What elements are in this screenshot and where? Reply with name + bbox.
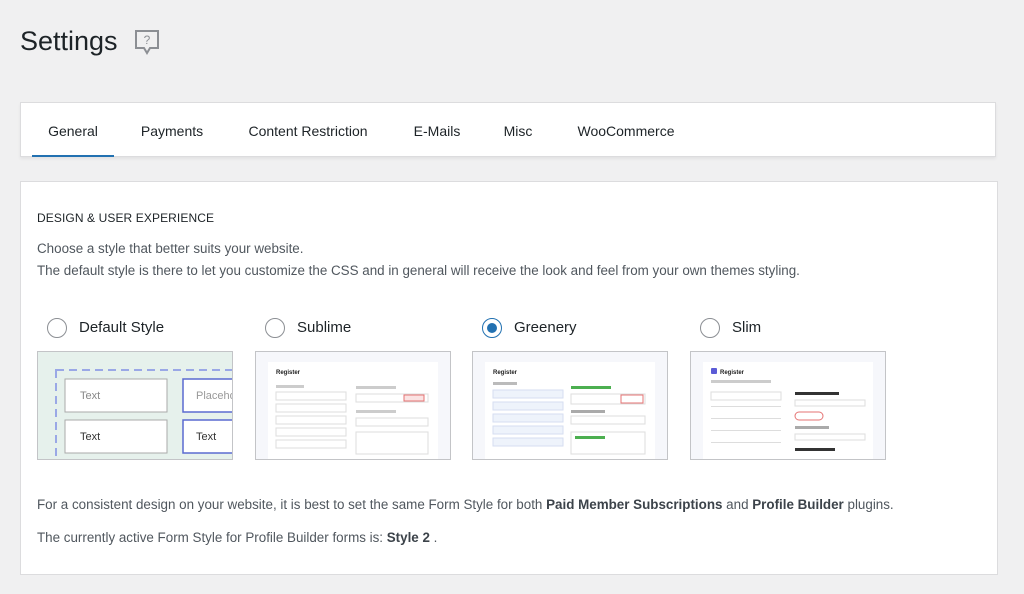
preview-field-text-1: Text [80,390,100,402]
note-text: . [429,530,438,545]
help-icon[interactable]: ? [133,28,161,56]
style-label: Default Style [79,319,165,336]
greenery-style-preview[interactable]: Register [472,351,668,460]
slim-style-preview-image: Register [703,362,873,459]
svg-text:?: ? [144,33,151,47]
preview-field-text-4: Text [196,431,216,443]
radio-slim[interactable] [700,318,720,338]
settings-tabs: General Payments Content Restriction E-M… [20,102,996,157]
greenery-style-preview-image: Register [485,362,655,459]
style-label: Slim [732,319,762,336]
section-heading: DESIGN & USER EXPERIENCE [37,211,215,225]
section-description: Choose a style that better suits your we… [37,241,304,256]
tab-payments[interactable]: Payments [131,103,213,157]
preview-register-title: Register [493,370,518,376]
preview-field-placeholder: Placeho [196,390,233,402]
note-text: plugins. [843,497,894,512]
active-style-value: Style 2 [386,530,430,545]
tab-general[interactable]: General [32,103,114,157]
radio-default-style[interactable] [47,318,67,338]
plugin-name-pb: Profile Builder [752,497,844,512]
default-style-preview-image: Text Placeho Text Text [55,369,233,459]
note-text: and [722,497,753,512]
style-label: Greenery [514,319,577,336]
tab-e-mails[interactable]: E-Mails [403,103,471,157]
radio-sublime[interactable] [265,318,285,338]
preview-register-title: Register [720,370,745,376]
default-style-preview[interactable]: Text Placeho Text Text [37,351,233,460]
preview-register-title: Register [276,370,301,376]
settings-panel: DESIGN & USER EXPERIENCE Choose a style … [20,181,998,575]
consistency-note: For a consistent design on your website,… [37,497,894,512]
tab-content-restriction[interactable]: Content Restriction [237,103,379,157]
sublime-style-preview[interactable]: Register [255,351,451,460]
preview-field-text-3: Text [80,431,100,443]
active-style-note: The currently active Form Style for Prof… [37,530,437,545]
section-description-2: The default style is there to let you cu… [37,263,800,278]
plugin-name-pms: Paid Member Subscriptions [546,497,723,512]
page-title: Settings [20,26,118,56]
note-text: The currently active Form Style for Prof… [37,530,387,545]
tab-woocommerce[interactable]: WooCommerce [567,103,685,157]
slim-style-preview[interactable]: Register [690,351,886,460]
note-text: For a consistent design on your website,… [37,497,547,512]
style-label: Sublime [297,319,352,336]
sublime-style-preview-image: Register [268,362,438,459]
tab-misc[interactable]: Misc [495,103,541,157]
radio-greenery[interactable] [482,318,502,338]
